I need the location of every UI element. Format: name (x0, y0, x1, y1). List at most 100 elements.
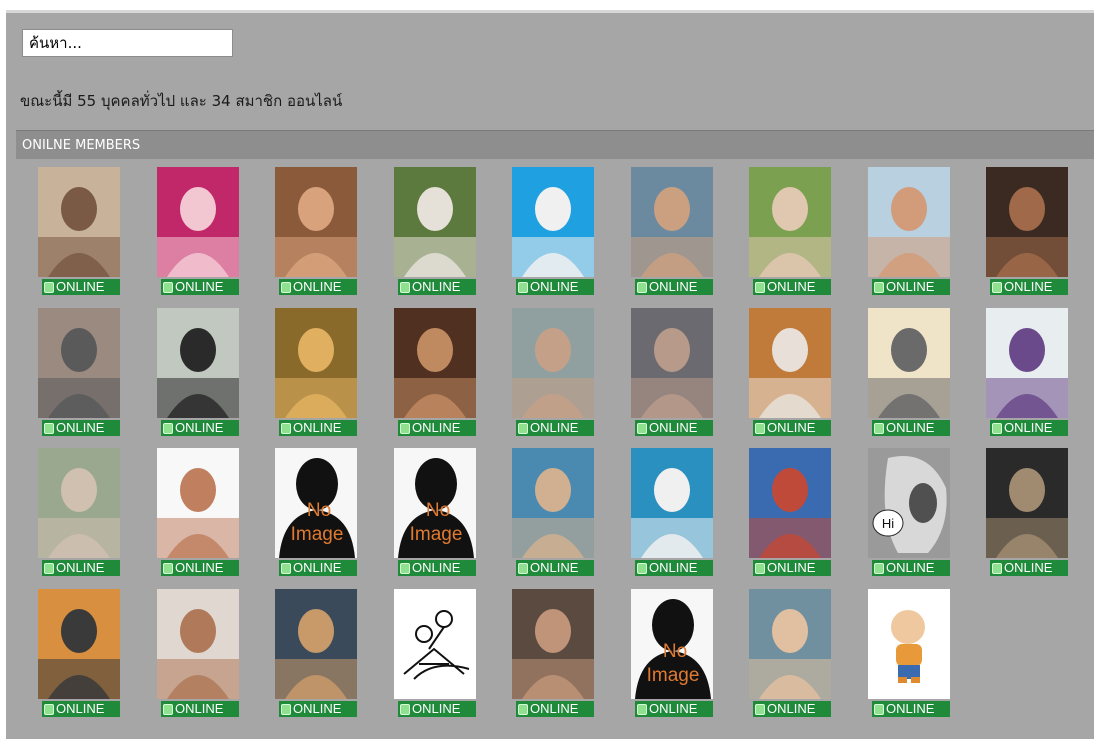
online-badge-label: ONLINE (56, 420, 105, 435)
member-card[interactable]: ONLINE (629, 167, 713, 297)
online-badge-label: ONLINE (886, 420, 935, 435)
online-badge: ONLINE (516, 701, 594, 717)
online-badge-label: ONLINE (175, 420, 224, 435)
member-card[interactable]: ONLINE (747, 589, 831, 719)
member-card[interactable]: No Image ONLINE (629, 589, 713, 719)
member-avatar[interactable] (986, 308, 1068, 418)
member-card[interactable]: ONLINE (510, 308, 594, 438)
member-card[interactable]: ONLINE (392, 589, 476, 719)
online-status-icon (755, 703, 765, 715)
member-avatar[interactable] (275, 589, 357, 699)
member-card[interactable]: ONLINE (747, 167, 831, 297)
member-card[interactable]: ONLINE (36, 167, 120, 297)
member-card[interactable]: ONLINE (36, 448, 120, 578)
member-avatar[interactable] (275, 167, 357, 277)
online-status-icon (518, 281, 528, 293)
online-status-icon (992, 422, 1002, 434)
member-avatar[interactable] (157, 167, 239, 277)
member-avatar[interactable] (157, 448, 239, 558)
online-status-icon (163, 422, 173, 434)
member-avatar[interactable] (749, 308, 831, 418)
online-status-icon (163, 281, 173, 293)
member-avatar[interactable] (868, 589, 950, 699)
member-avatar[interactable]: No Image (394, 448, 476, 558)
member-card[interactable]: ONLINE (392, 308, 476, 438)
member-avatar[interactable] (749, 167, 831, 277)
member-avatar[interactable] (749, 448, 831, 558)
member-avatar[interactable] (38, 308, 120, 418)
member-card[interactable]: Hi ONLINE (866, 448, 950, 578)
member-avatar[interactable] (512, 448, 594, 558)
member-avatar[interactable] (512, 308, 594, 418)
member-avatar[interactable] (631, 448, 713, 558)
member-avatar[interactable]: No Image (275, 448, 357, 558)
online-badge-label: ONLINE (649, 701, 698, 716)
member-avatar[interactable]: No Image (631, 589, 713, 699)
member-card[interactable]: ONLINE (984, 308, 1068, 438)
member-avatar[interactable] (749, 589, 831, 699)
member-card[interactable]: ONLINE (155, 448, 239, 578)
member-card[interactable]: ONLINE (510, 589, 594, 719)
member-card[interactable]: ONLINE (629, 448, 713, 578)
member-avatar[interactable] (868, 308, 950, 418)
online-badge: ONLINE (872, 701, 950, 717)
online-status-icon (874, 703, 884, 715)
online-badge: ONLINE (42, 279, 120, 295)
member-avatar[interactable] (512, 167, 594, 277)
online-badge: ONLINE (635, 420, 713, 436)
online-badge: ONLINE (990, 279, 1068, 295)
member-card[interactable]: ONLINE (984, 167, 1068, 297)
member-card[interactable]: ONLINE (866, 589, 950, 719)
online-status-icon (44, 562, 54, 574)
online-badge: ONLINE (872, 560, 950, 576)
member-card[interactable]: ONLINE (155, 308, 239, 438)
member-card[interactable]: ONLINE (36, 308, 120, 438)
member-card[interactable]: No Image ONLINE (392, 448, 476, 578)
member-avatar[interactable] (157, 308, 239, 418)
member-card[interactable]: ONLINE (747, 448, 831, 578)
member-card[interactable]: ONLINE (510, 448, 594, 578)
member-card[interactable]: No Image ONLINE (273, 448, 357, 578)
online-badge-label: ONLINE (886, 701, 935, 716)
online-status-icon (874, 281, 884, 293)
online-badge: ONLINE (753, 560, 831, 576)
member-avatar[interactable] (631, 308, 713, 418)
online-badge: ONLINE (42, 420, 120, 436)
member-avatar[interactable] (394, 308, 476, 418)
search-input[interactable]: ค้นหา... (22, 29, 233, 57)
member-avatar[interactable] (275, 308, 357, 418)
member-card[interactable]: ONLINE (155, 589, 239, 719)
member-card[interactable]: ONLINE (155, 167, 239, 297)
member-avatar[interactable]: Hi (868, 448, 950, 558)
member-avatar[interactable] (986, 448, 1068, 558)
member-card[interactable]: ONLINE (866, 308, 950, 438)
member-avatar[interactable] (512, 589, 594, 699)
member-avatar[interactable] (38, 167, 120, 277)
member-card[interactable]: ONLINE (984, 448, 1068, 578)
member-card[interactable]: ONLINE (273, 308, 357, 438)
member-card[interactable]: ONLINE (747, 308, 831, 438)
member-avatar[interactable] (38, 448, 120, 558)
member-avatar[interactable] (394, 589, 476, 699)
online-status-icon (400, 422, 410, 434)
online-badge-label: ONLINE (767, 560, 816, 575)
member-card[interactable]: ONLINE (510, 167, 594, 297)
member-avatar[interactable] (631, 167, 713, 277)
online-badge: ONLINE (753, 420, 831, 436)
member-card[interactable]: ONLINE (392, 167, 476, 297)
member-card[interactable]: ONLINE (273, 167, 357, 297)
svg-text:Image: Image (647, 665, 700, 686)
member-avatar[interactable] (38, 589, 120, 699)
online-badge-label: ONLINE (56, 279, 105, 294)
online-status-icon (281, 562, 291, 574)
online-badge-label: ONLINE (767, 279, 816, 294)
member-avatar[interactable] (157, 589, 239, 699)
member-card[interactable]: ONLINE (866, 167, 950, 297)
member-card[interactable]: ONLINE (629, 308, 713, 438)
member-avatar[interactable] (986, 167, 1068, 277)
member-card[interactable]: ONLINE (273, 589, 357, 719)
member-avatar[interactable] (394, 167, 476, 277)
member-card[interactable]: ONLINE (36, 589, 120, 719)
member-avatar[interactable] (868, 167, 950, 277)
online-badge: ONLINE (279, 279, 357, 295)
